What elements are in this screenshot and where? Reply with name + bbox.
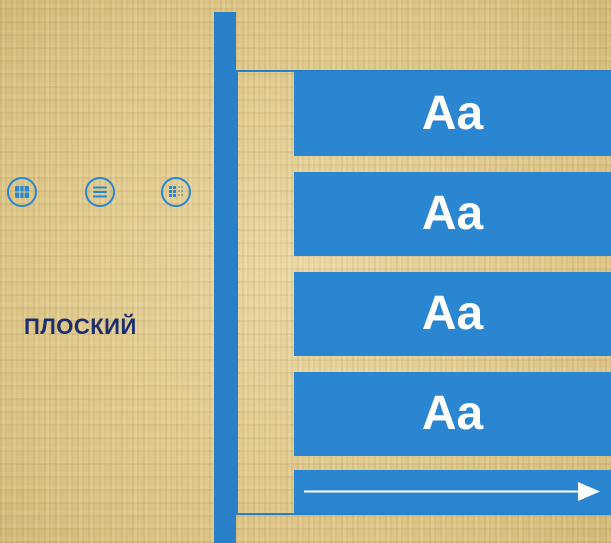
- item-label: Aa: [421, 187, 484, 240]
- item-label: Aa: [421, 287, 484, 340]
- direction-strip: [294, 470, 611, 513]
- item-strip[interactable]: Aa: [294, 72, 611, 156]
- item-strip[interactable]: Aa: [294, 272, 611, 356]
- mode-label: ПЛОСКИЙ: [24, 314, 137, 339]
- item-label: Aa: [421, 87, 484, 140]
- grid-view-icon[interactable]: [6, 176, 38, 208]
- item-strip[interactable]: Aa: [294, 372, 611, 456]
- arrow-right-icon: [304, 482, 600, 501]
- dots-view-icon[interactable]: [160, 176, 192, 208]
- vertical-bar: [214, 12, 236, 543]
- list-view-icon[interactable]: [84, 176, 116, 208]
- item-label: Aa: [421, 387, 484, 440]
- item-strip[interactable]: Aa: [294, 172, 611, 256]
